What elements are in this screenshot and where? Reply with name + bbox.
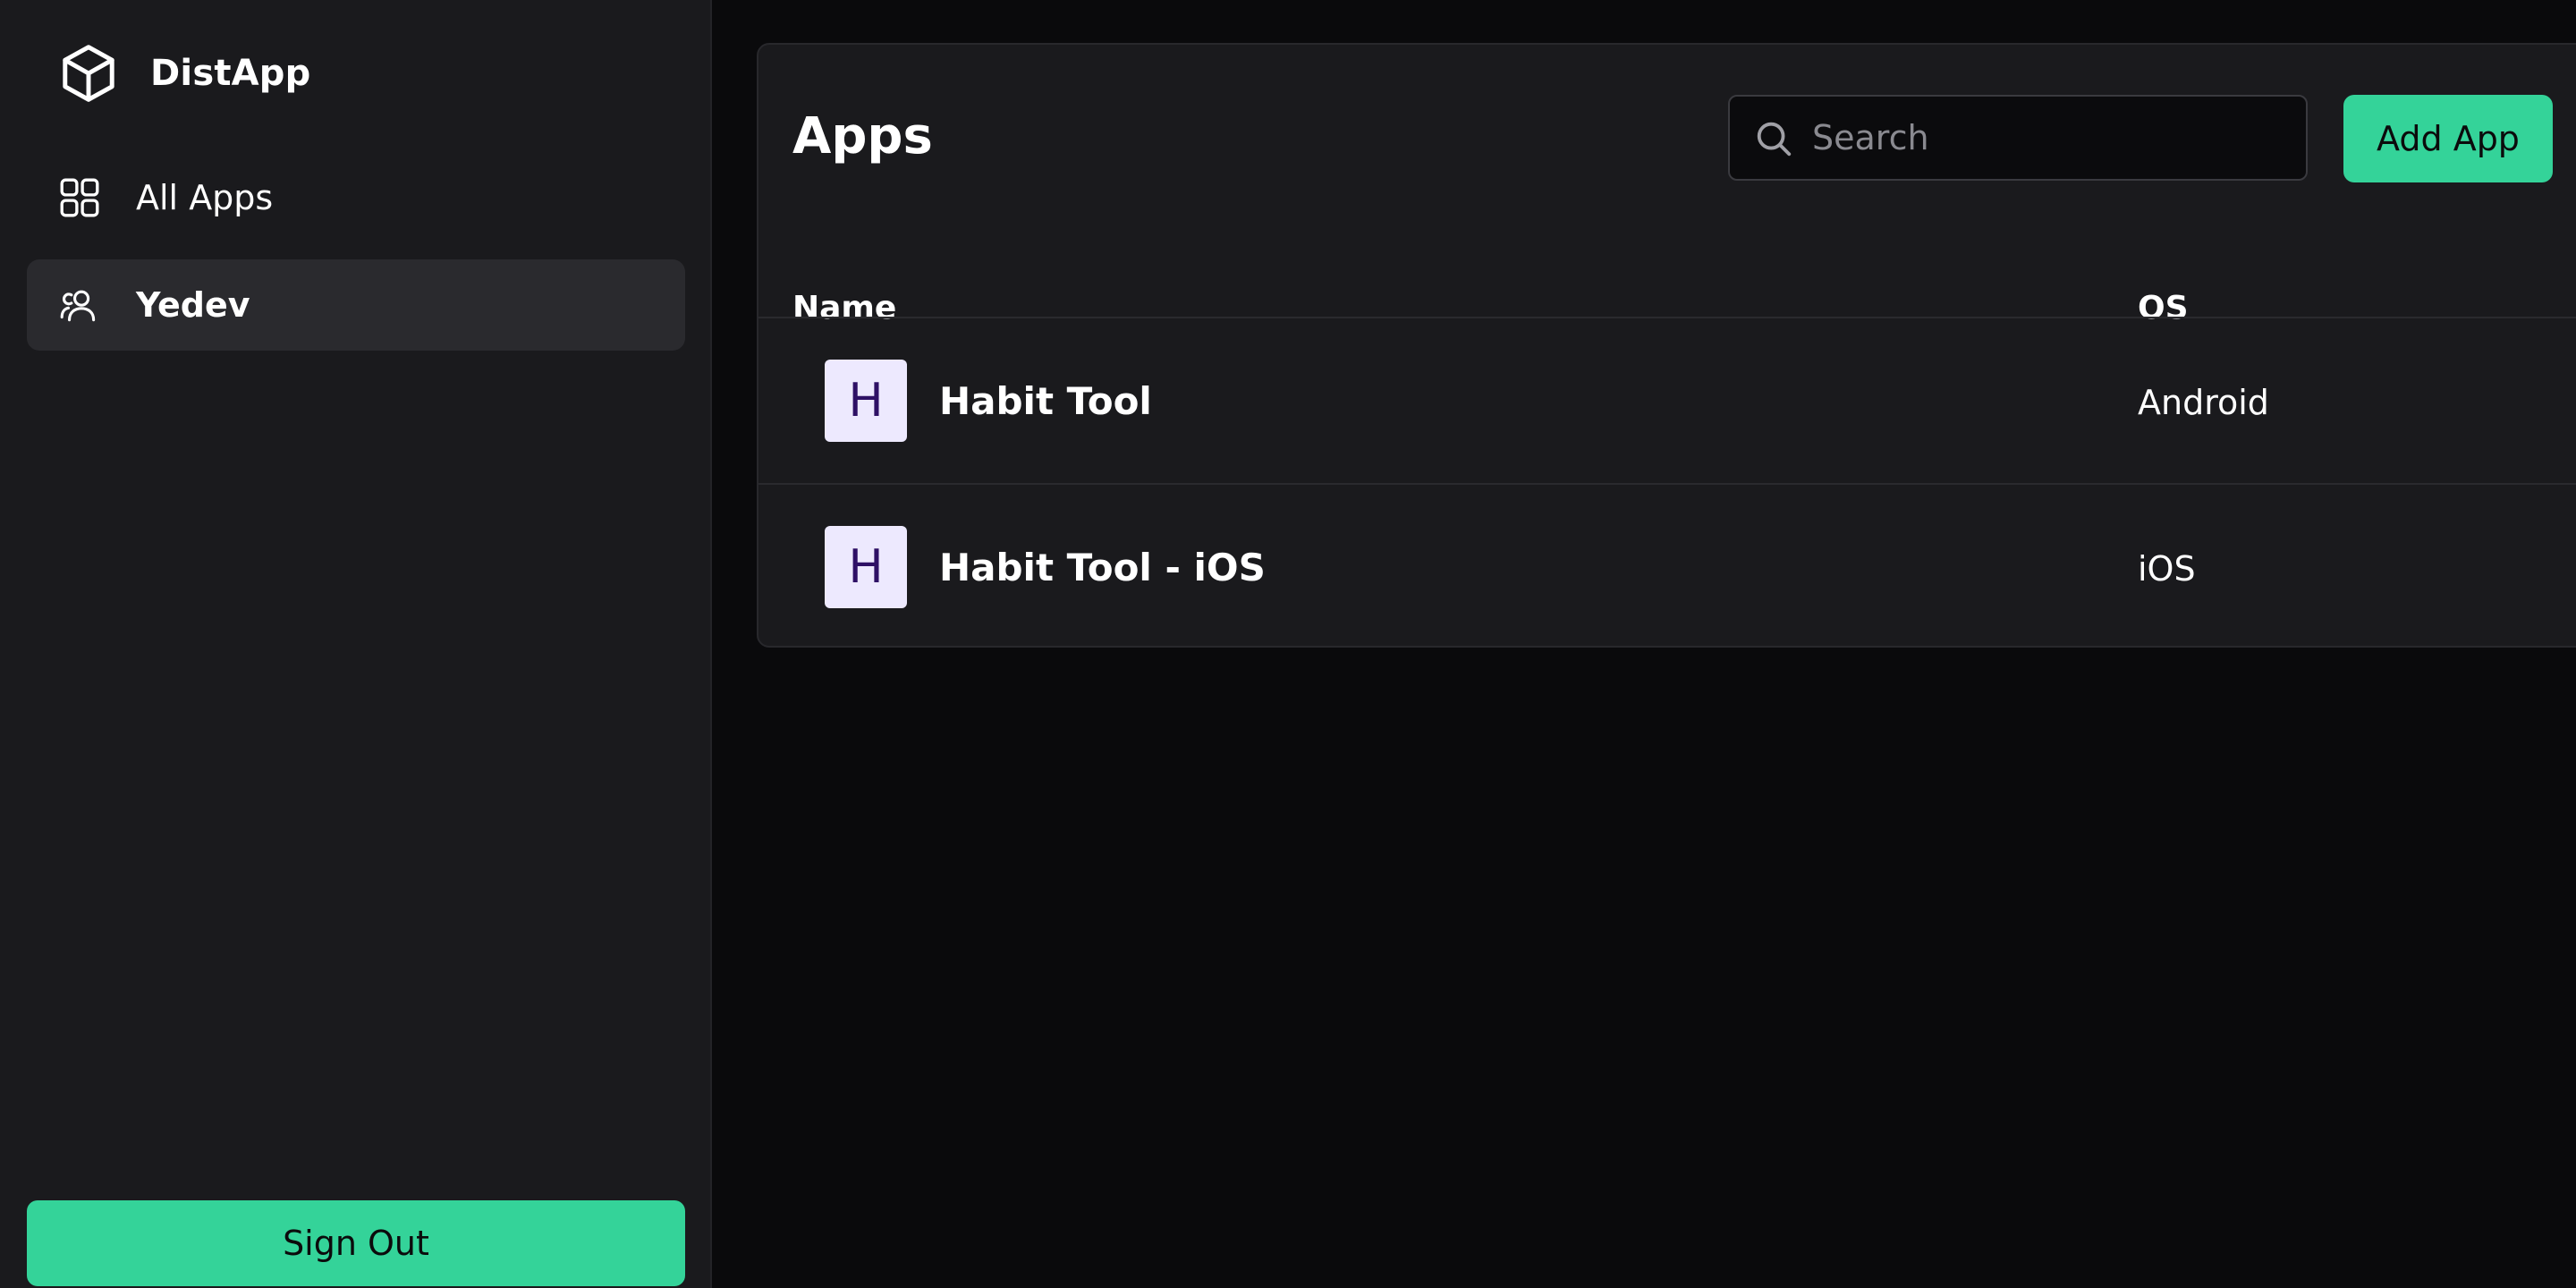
table-row[interactable]: H Habit Tool - iOS iOS	[758, 483, 2576, 648]
app-os: Android	[2138, 383, 2269, 422]
sidebar-item-yedev[interactable]: Yedev	[27, 259, 685, 351]
grid-icon	[60, 178, 99, 217]
app-avatar: H	[825, 360, 907, 442]
add-app-button[interactable]: Add App	[2343, 95, 2553, 182]
users-icon	[60, 290, 96, 322]
app-name: Habit Tool	[939, 379, 1152, 423]
sidebar-item-label: Yedev	[136, 285, 250, 325]
search-icon	[1757, 122, 1792, 157]
cube-icon	[63, 45, 114, 102]
app-root: DistApp All Apps Yedev Sign Out Apps Sea…	[0, 0, 2576, 1288]
app-avatar: H	[825, 526, 907, 608]
brand[interactable]: DistApp	[55, 39, 310, 107]
brand-name: DistApp	[150, 53, 311, 94]
search-box[interactable]	[1728, 95, 2308, 181]
apps-card: Apps Add App Name OS H Habit Tool Androi…	[757, 43, 2576, 648]
sidebar-item-all-apps[interactable]: All Apps	[27, 152, 685, 243]
sign-out-button[interactable]: Sign Out	[27, 1200, 685, 1286]
sidebar-item-label: All Apps	[136, 178, 274, 217]
page-title: Apps	[792, 107, 933, 165]
sidebar: DistApp All Apps Yedev Sign Out	[0, 0, 712, 1288]
app-os: iOS	[2138, 549, 2196, 589]
search-input[interactable]	[1812, 97, 2286, 179]
table-row[interactable]: H Habit Tool Android	[758, 317, 2576, 481]
app-name: Habit Tool - iOS	[939, 546, 1266, 589]
